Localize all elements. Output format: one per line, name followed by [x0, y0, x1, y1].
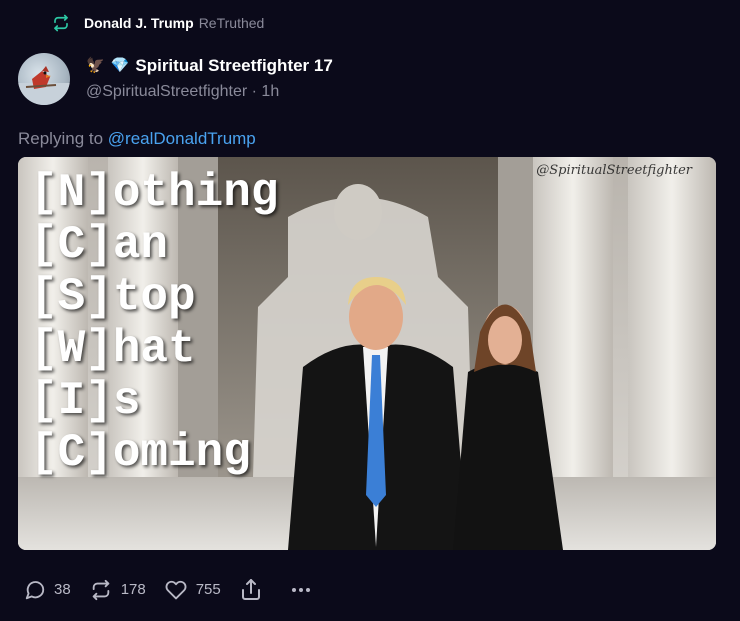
post-image[interactable]: @SpiritualStreetfighter [N]othing [C]an …: [18, 157, 716, 550]
share-button[interactable]: [239, 578, 271, 602]
author-display-name[interactable]: Spiritual Streetfighter 17: [135, 56, 332, 76]
reply-prefix: Replying to: [18, 129, 104, 148]
retruth-header: Donald J. Trump ReTruthed: [52, 13, 264, 33]
meme-line: [S]top: [30, 271, 196, 323]
eagle-icon: 🦅: [86, 57, 105, 74]
diamond-icon: 💎: [110, 57, 130, 74]
reply-mention-link[interactable]: @realDonaldTrump: [108, 129, 256, 148]
share-icon: [241, 579, 260, 600]
reply-count: 38: [54, 581, 71, 598]
like-count: 755: [195, 581, 221, 598]
meme-line: [I]s: [30, 375, 141, 427]
retruth-icon: [54, 14, 68, 32]
author-row: 🦅 💎 Spiritual Streetfighter 17: [86, 56, 333, 76]
reply-line: Replying to @realDonaldTrump: [18, 129, 256, 149]
meme-line: [W]hat: [30, 323, 196, 375]
more-options-button[interactable]: [289, 578, 321, 602]
reply-button[interactable]: 38: [24, 579, 71, 601]
meme-line: [C]an: [30, 219, 169, 271]
retruth-count: 178: [120, 581, 146, 598]
like-button[interactable]: 755: [164, 579, 221, 601]
avatar[interactable]: [18, 53, 70, 105]
image-watermark: @SpiritualStreetfighter: [536, 163, 692, 178]
heart-icon: [165, 580, 187, 600]
retruth-label: ReTruthed: [198, 15, 265, 31]
author-handle[interactable]: @SpiritualStreetfighter · 1h: [86, 83, 279, 101]
post-actions: 38 178 755: [24, 576, 339, 604]
retruth-author-name[interactable]: Donald J. Trump: [84, 15, 194, 31]
meme-text: [N]othing [C]an [S]top [W]hat [I]s [C]om…: [30, 167, 278, 479]
reply-icon: [25, 581, 45, 600]
meme-line: [C]oming: [30, 427, 251, 479]
meme-line: [N]othing: [30, 167, 279, 219]
retruth-button[interactable]: 178: [89, 579, 146, 601]
more-icon: [291, 588, 310, 592]
retruth-action-icon: [92, 579, 109, 601]
